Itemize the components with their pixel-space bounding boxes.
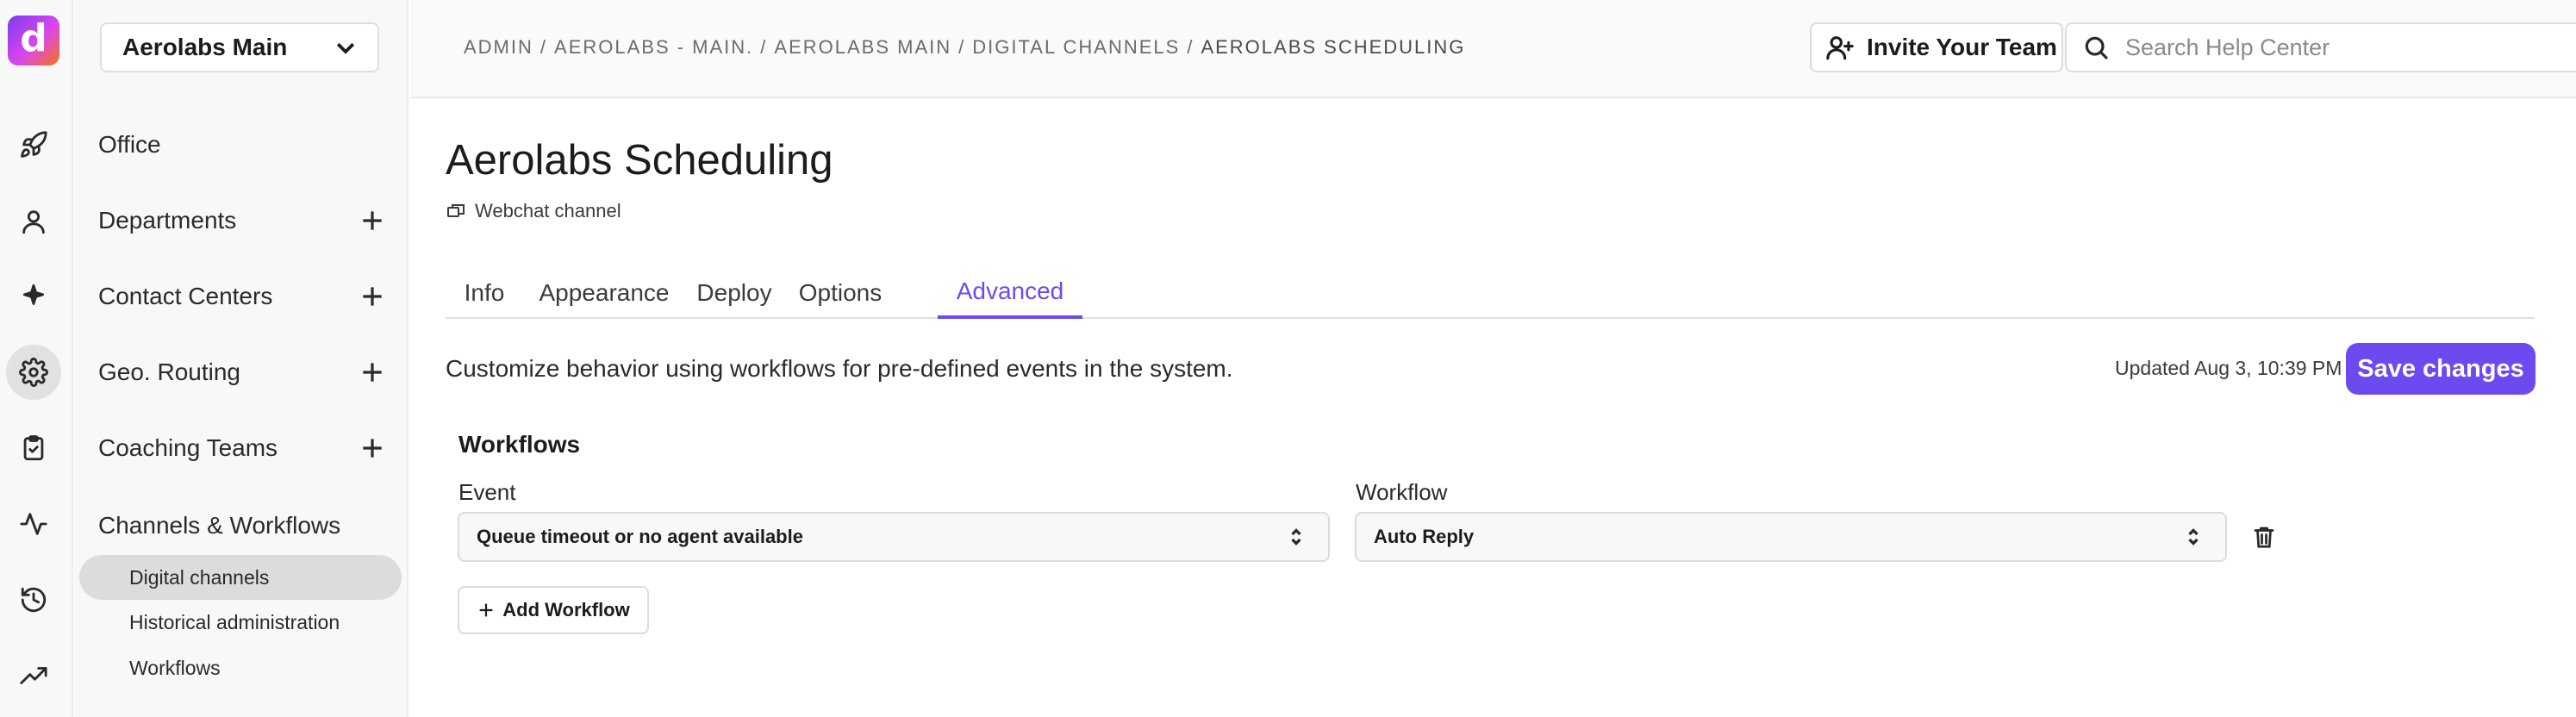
breadcrumb-current: AEROLABS SCHEDULING	[1201, 36, 1466, 58]
event-column-label: Event	[458, 479, 516, 505]
rocket-icon	[21, 131, 47, 158]
logo-letter: d	[20, 16, 47, 60]
rail-settings[interactable]	[6, 345, 61, 400]
sidebar-item-channels-workflows[interactable]: Channels & Workflows	[98, 500, 398, 552]
add-department-button[interactable]	[359, 207, 386, 234]
sidebar-item-label: Geo. Routing	[98, 358, 240, 385]
activity-icon	[20, 513, 47, 535]
app-logo[interactable]: d	[8, 16, 59, 65]
page-description: Customize behavior using workflows for p…	[446, 355, 1233, 382]
event-select[interactable]: Queue timeout or no agent available	[458, 512, 1330, 562]
add-coaching-team-button[interactable]	[359, 434, 386, 462]
chevron-updown-icon	[2188, 528, 2199, 546]
chevron-updown-icon	[1291, 528, 1301, 546]
workflow-select-value: Auto Reply	[1374, 526, 1475, 547]
tab-advanced[interactable]: Advanced	[938, 267, 1082, 319]
breadcrumb: ADMIN / AEROLABS - MAIN. / AEROLABS MAIN / DIG…	[464, 36, 1466, 58]
sidebar-subitem-label: Historical administration	[129, 610, 340, 633]
rail-sparkle[interactable]	[6, 269, 61, 324]
window-icon	[447, 204, 465, 217]
channel-type: Webchat channel	[446, 200, 621, 222]
invite-team-label: Invite Your Team	[1867, 34, 2057, 60]
tab-info[interactable]: Info	[446, 267, 523, 319]
breadcrumb-item[interactable]: AEROLABS MAIN	[774, 36, 951, 58]
user-plus-icon	[1826, 36, 1854, 60]
add-contact-center-button[interactable]	[359, 283, 386, 310]
workflows-title: Workflows	[458, 431, 581, 458]
top-bar: ADMIN / AEROLABS - MAIN. / AEROLABS MAIN / DIG…	[410, 0, 2576, 98]
breadcrumb-item[interactable]: ADMIN	[464, 36, 533, 58]
tab-options[interactable]: Options	[790, 267, 890, 319]
sidebar-subitem-workflows[interactable]: Workflows	[79, 645, 402, 690]
sidebar-item-geo-routing[interactable]: Geo. Routing	[98, 346, 398, 398]
plus-icon	[363, 287, 382, 306]
sidebar-item-contact-centers[interactable]: Contact Centers	[98, 271, 398, 322]
user-icon	[22, 210, 45, 234]
workflow-column-label: Workflow	[1356, 479, 1448, 505]
invite-team-button[interactable]: Invite Your Team	[1810, 22, 2063, 72]
add-workflow-label: Add Workflow	[502, 599, 630, 620]
org-select-label: Aerolabs Main	[122, 34, 288, 60]
icon-rail: d	[0, 0, 73, 717]
sidebar-item-label: Contact Centers	[98, 283, 273, 309]
gear-icon	[19, 358, 48, 387]
rail-history[interactable]	[6, 572, 61, 627]
help-search[interactable]	[2065, 22, 2576, 72]
breadcrumb-item[interactable]: AEROLABS - MAIN.	[554, 36, 753, 58]
save-changes-button[interactable]: Save changes	[2346, 343, 2535, 395]
plus-icon	[363, 211, 382, 230]
sidebar-item-departments[interactable]: Departments	[98, 195, 398, 246]
updated-timestamp: Updated Aug 3, 10:39 PM	[2115, 357, 2342, 379]
rail-activity[interactable]	[6, 496, 61, 552]
sidebar-item-coaching-teams[interactable]: Coaching Teams	[98, 422, 398, 474]
sidebar-item-office[interactable]: Office	[98, 119, 398, 171]
sidebar-subitem-digital-channels[interactable]: Digital channels	[79, 555, 402, 600]
plus-icon	[363, 363, 382, 382]
tab-deploy[interactable]: Deploy	[685, 267, 783, 319]
sidebar-item-label: Coaching Teams	[98, 434, 278, 461]
sparkle-icon	[22, 284, 45, 305]
chevron-down-icon	[336, 42, 355, 54]
page-title: Aerolabs Scheduling	[446, 137, 833, 184]
trash-icon	[2254, 527, 2274, 548]
clipboard-icon	[23, 435, 44, 461]
search-icon	[2085, 36, 2108, 59]
breadcrumb-item[interactable]: DIGITAL CHANNELS	[972, 36, 1180, 58]
sidebar-subitem-label: Workflows	[129, 656, 221, 679]
event-select-value: Queue timeout or no agent available	[477, 526, 803, 547]
rail-trending[interactable]	[6, 648, 61, 703]
sidebar: Aerolabs Main Office Departments Contact…	[74, 0, 409, 717]
org-select[interactable]: Aerolabs Main	[100, 22, 379, 72]
sidebar-subitem-label: Digital channels	[129, 565, 270, 589]
rail-rocket[interactable]	[6, 117, 61, 172]
sidebar-item-label: Channels & Workflows	[98, 512, 341, 539]
tab-bar: Info Appearance Deploy Options Advanced	[446, 267, 2535, 319]
workflow-select[interactable]: Auto Reply	[1355, 512, 2227, 562]
help-search-input[interactable]	[2125, 34, 2504, 61]
sidebar-item-label: Departments	[98, 207, 237, 234]
plus-icon	[363, 439, 382, 458]
sidebar-item-label: Office	[98, 131, 161, 158]
rail-clipboard[interactable]	[6, 421, 61, 476]
trending-up-icon	[20, 667, 47, 684]
rail-user[interactable]	[6, 194, 61, 249]
tab-appearance[interactable]: Appearance	[530, 267, 678, 319]
add-geo-routing-button[interactable]	[359, 358, 386, 386]
add-workflow-button[interactable]: Add Workflow	[458, 586, 649, 634]
sidebar-subitem-historical-administration[interactable]: Historical administration	[79, 600, 402, 645]
delete-workflow-button[interactable]	[2251, 524, 2277, 550]
history-icon	[21, 587, 47, 613]
channel-type-label: Webchat channel	[475, 200, 621, 221]
plus-icon	[479, 603, 493, 617]
